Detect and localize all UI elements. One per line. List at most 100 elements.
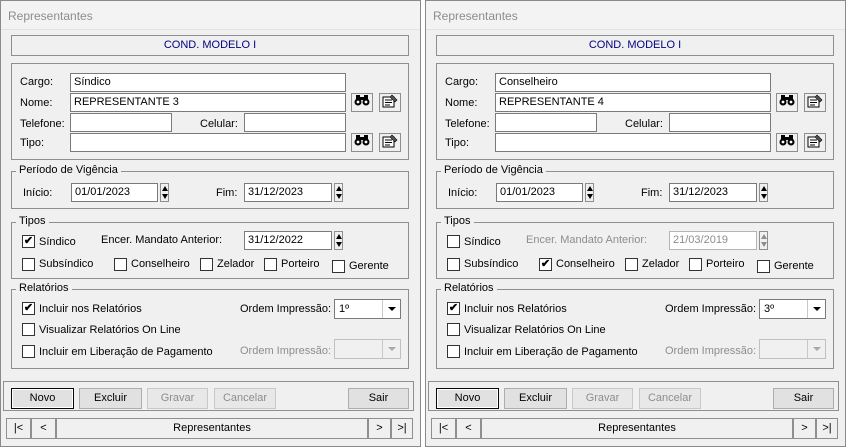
visualizar-relatorios-checkbox[interactable] — [447, 323, 460, 336]
cancelar-button[interactable]: Cancelar — [214, 388, 276, 409]
celular-field[interactable] — [244, 113, 346, 132]
subsindico-checkbox[interactable] — [447, 258, 460, 271]
inicio-spinner[interactable] — [585, 183, 594, 202]
celular-field[interactable] — [669, 113, 771, 132]
ordem-impressao-2-select[interactable] — [759, 339, 826, 359]
excluir-button[interactable]: Excluir — [504, 388, 567, 409]
nav-last-button[interactable]: >| — [816, 418, 838, 439]
fim-field[interactable]: 31/12/2023 — [669, 183, 757, 202]
edit-nome-button[interactable] — [379, 93, 401, 112]
zelador-label: Zelador — [217, 258, 255, 270]
subsindico-label: Subsíndico — [464, 258, 519, 270]
visualizar-relatorios-checkbox[interactable] — [22, 323, 35, 336]
edit-tipo-button[interactable] — [804, 133, 826, 152]
telefone-field[interactable] — [70, 113, 172, 132]
novo-button[interactable]: Novo — [11, 388, 74, 409]
ordem-impressao-2-label: Ordem Impressão: — [240, 345, 332, 357]
gravar-button[interactable]: Gravar — [572, 388, 633, 409]
nav-next-button[interactable]: > — [793, 418, 816, 439]
zelador-checkbox[interactable] — [200, 258, 213, 271]
cargo-label: Cargo: — [445, 76, 479, 88]
sair-button[interactable]: Sair — [348, 388, 409, 409]
incluir-liberacao-checkbox[interactable] — [447, 345, 460, 358]
chevron-down-icon — [807, 340, 825, 358]
window-title: Representantes — [433, 9, 518, 23]
cargo-field[interactable]: Conselheiro — [495, 73, 771, 92]
gerente-checkbox[interactable] — [332, 260, 345, 273]
incluir-liberacao-checkbox[interactable] — [22, 345, 35, 358]
gravar-button[interactable]: Gravar — [147, 388, 208, 409]
nav-next-button[interactable]: > — [368, 418, 391, 439]
title-bar[interactable]: Representantes — [426, 1, 845, 30]
ordem-impressao-2-select[interactable] — [334, 339, 401, 359]
relatorios-legend: Relatórios — [441, 282, 497, 294]
incluir-relatorios-label: Incluir nos Relatórios — [464, 303, 567, 315]
fim-spinner[interactable] — [334, 183, 343, 202]
ordem-impressao-select[interactable]: 1º — [334, 299, 401, 319]
binoculars-icon — [354, 95, 370, 106]
subsindico-checkbox[interactable] — [22, 258, 35, 271]
encer-mandato-spinner[interactable] — [759, 231, 768, 250]
nav-first-button[interactable]: |< — [431, 418, 456, 439]
incluir-liberacao-label: Incluir em Liberação de Pagamento — [39, 346, 213, 358]
zelador-label: Zelador — [642, 258, 680, 270]
inicio-field[interactable]: 01/01/2023 — [496, 183, 583, 202]
nome-field[interactable]: REPRESENTANTE 3 — [70, 93, 346, 112]
ordem-impressao-label: Ordem Impressão: — [240, 303, 332, 315]
nav-prev-button[interactable]: < — [456, 418, 481, 439]
porteiro-checkbox[interactable] — [689, 258, 702, 271]
conselheiro-checkbox[interactable]: ✔ — [539, 258, 552, 271]
condominium-header: COND. MODELO I — [436, 35, 834, 56]
fim-label: Fim: — [641, 187, 663, 199]
tipos-legend: Tipos — [441, 215, 474, 227]
zelador-checkbox[interactable] — [625, 258, 638, 271]
chevron-down-icon — [807, 300, 825, 318]
inicio-label: Início: — [23, 187, 53, 199]
incluir-relatorios-checkbox[interactable]: ✔ — [22, 302, 35, 315]
incluir-relatorios-checkbox[interactable]: ✔ — [447, 302, 460, 315]
fim-spinner[interactable] — [759, 183, 768, 202]
telefone-field[interactable] — [495, 113, 597, 132]
fim-field[interactable]: 31/12/2023 — [244, 183, 332, 202]
encer-mandato-field[interactable]: 21/03/2019 — [669, 231, 757, 250]
tipo-field[interactable] — [70, 133, 346, 152]
form-edit-icon — [382, 94, 398, 108]
ordem-impressao-select[interactable]: 3º — [759, 299, 826, 319]
novo-button[interactable]: Novo — [436, 388, 499, 409]
telefone-label: Telefone: — [20, 118, 65, 130]
nav-first-button[interactable]: |< — [6, 418, 31, 439]
excluir-button[interactable]: Excluir — [79, 388, 142, 409]
sindico-checkbox[interactable]: ✔ — [22, 235, 35, 248]
nav-prev-button[interactable]: < — [31, 418, 56, 439]
nome-field[interactable]: REPRESENTANTE 4 — [495, 93, 771, 112]
search-nome-button[interactable] — [776, 93, 798, 112]
encer-mandato-label: Encer. Mandato Anterior: — [101, 234, 223, 246]
visualizar-relatorios-label: Visualizar Relatórios On Line — [464, 324, 606, 336]
search-tipo-button[interactable] — [351, 133, 373, 152]
edit-nome-button[interactable] — [804, 93, 826, 112]
inicio-spinner[interactable] — [160, 183, 169, 202]
periodo-legend: Período de Vigência — [441, 164, 546, 176]
tipo-label: Tipo: — [20, 137, 45, 149]
encer-mandato-field[interactable]: 31/12/2022 — [244, 231, 332, 250]
porteiro-label: Porteiro — [281, 258, 320, 270]
conselheiro-checkbox[interactable] — [114, 258, 127, 271]
cancelar-button[interactable]: Cancelar — [639, 388, 701, 409]
sindico-label: Síndico — [464, 236, 501, 248]
inicio-field[interactable]: 01/01/2023 — [71, 183, 158, 202]
nav-title: Representantes — [56, 418, 368, 439]
porteiro-checkbox[interactable] — [264, 258, 277, 271]
edit-tipo-button[interactable] — [379, 133, 401, 152]
cargo-field[interactable]: Síndico — [70, 73, 346, 92]
title-bar[interactable]: Representantes — [1, 1, 420, 30]
gerente-checkbox[interactable] — [757, 260, 770, 273]
sindico-checkbox[interactable] — [447, 235, 460, 248]
encer-mandato-spinner[interactable] — [334, 231, 343, 250]
search-tipo-button[interactable] — [776, 133, 798, 152]
sair-button[interactable]: Sair — [773, 388, 834, 409]
tipo-label: Tipo: — [445, 137, 470, 149]
tipo-field[interactable] — [495, 133, 771, 152]
search-nome-button[interactable] — [351, 93, 373, 112]
nav-last-button[interactable]: >| — [391, 418, 413, 439]
form-edit-icon — [382, 134, 398, 148]
